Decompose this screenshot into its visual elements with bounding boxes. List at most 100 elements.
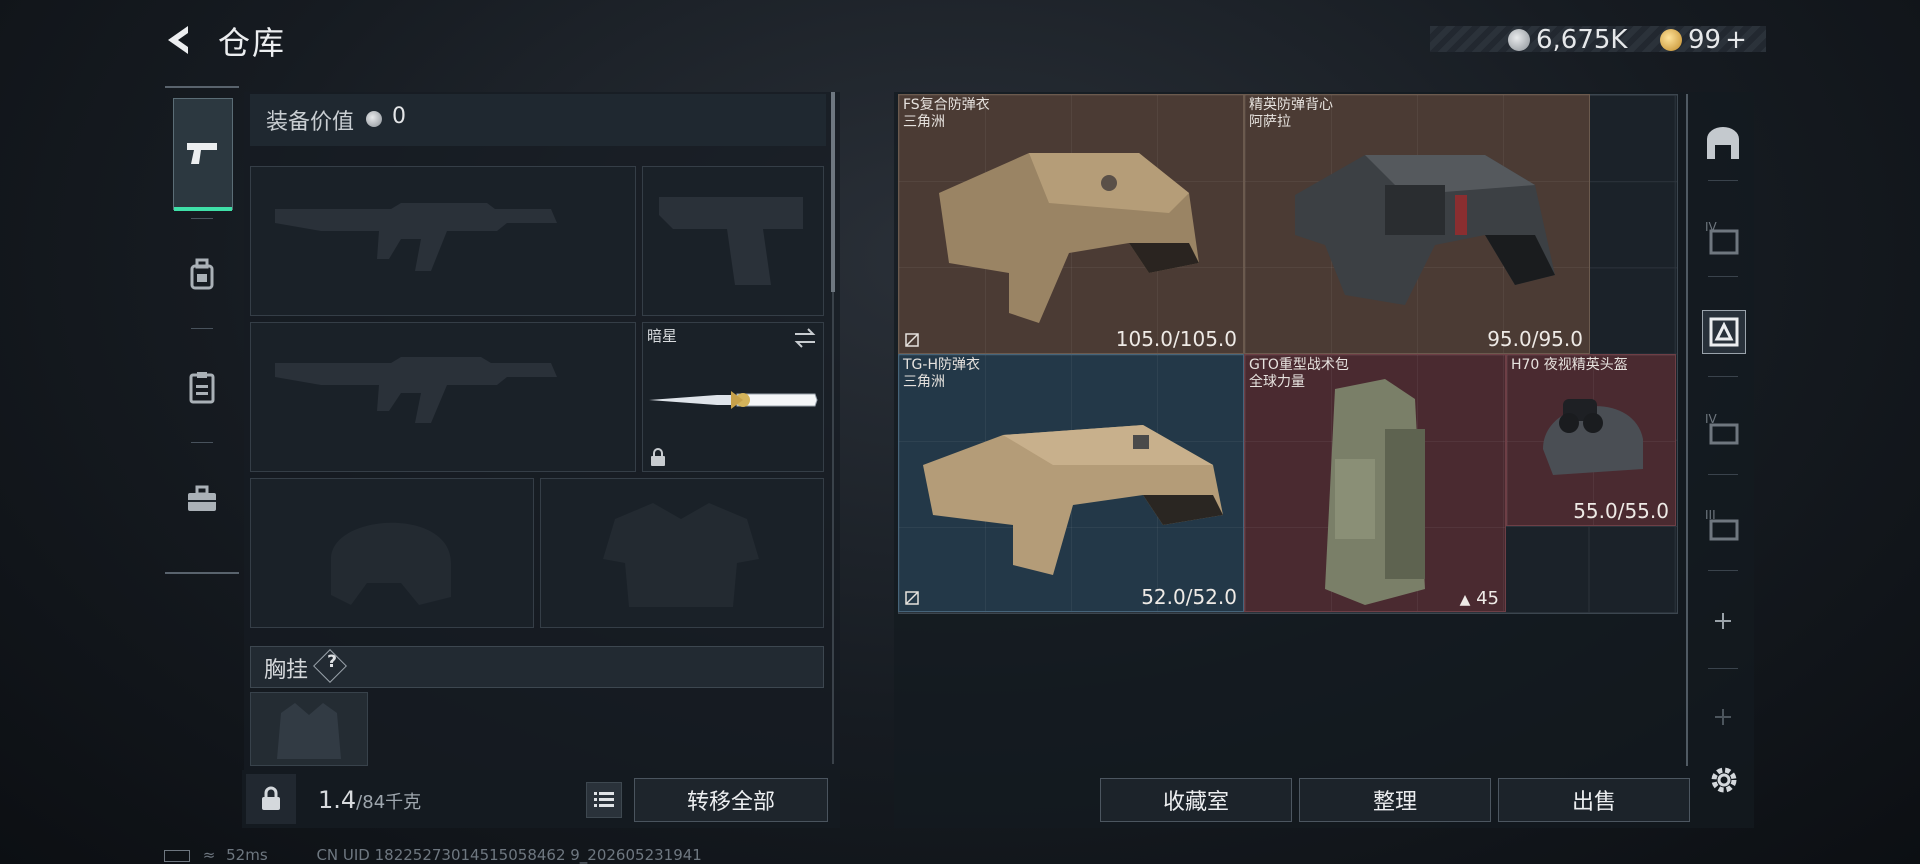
right-tab-container[interactable]: IV xyxy=(1702,216,1744,258)
tab-divider xyxy=(1708,474,1738,475)
briefcase-icon xyxy=(188,485,216,511)
gear-icon xyxy=(1711,767,1737,793)
item-name: TG-H防弹衣 三角洲 xyxy=(903,357,980,390)
right-tab-vault[interactable] xyxy=(1702,122,1744,164)
helmet-silhouette-icon xyxy=(331,522,451,605)
chest-rig-label: 胸挂 xyxy=(264,658,309,683)
vest-image-icon xyxy=(939,153,1199,323)
armor-silhouette-icon xyxy=(603,503,759,607)
right-tab-tier-iv[interactable]: IV xyxy=(1702,408,1744,450)
vest-image-icon xyxy=(1295,155,1555,305)
storage-item-tgh-armor[interactable]: TG-H防弹衣 三角洲 52.0/52.0 xyxy=(898,354,1244,612)
status-bar: ≈ 52ms CN UID 18225273014515058462 9_202… xyxy=(164,846,702,864)
gold-amount: 99 xyxy=(1688,24,1722,55)
primary-weapon-slot[interactable] xyxy=(250,166,636,316)
list-icon xyxy=(594,792,614,807)
back-arrow-icon xyxy=(168,26,188,54)
gold-coin-icon xyxy=(1660,28,1682,51)
right-tab-tier-iii[interactable]: III xyxy=(1702,504,1744,546)
right-tab-add-disabled xyxy=(1702,696,1744,738)
item-count: ▲ 45 xyxy=(1459,588,1499,609)
melee-name: 暗星 xyxy=(647,327,678,345)
plus-disabled-icon xyxy=(1715,709,1731,725)
currency-bar: 6,675K 99 + xyxy=(1430,24,1766,55)
padlock-icon xyxy=(262,786,280,810)
equipment-value: 0 xyxy=(392,104,406,129)
helmet-image-icon xyxy=(1543,399,1643,475)
chest-rig-slot[interactable] xyxy=(250,692,368,766)
tab-case[interactable] xyxy=(173,444,231,554)
tier-iv-icon: IV xyxy=(1705,412,1739,445)
item-name: H70 夜视精英头盔 xyxy=(1511,357,1628,373)
silver-coin-icon xyxy=(1508,28,1530,51)
ping: 52ms xyxy=(226,846,268,864)
storage-item-fs-armor[interactable]: FS复合防弹衣 三角洲 105.0/105.0 xyxy=(898,94,1244,354)
tier-iii-icon: III xyxy=(1705,508,1739,541)
page-title: 仓库 xyxy=(218,24,287,62)
gold-currency[interactable]: 99 + xyxy=(1660,24,1747,55)
collection-room-button[interactable]: 收藏室 xyxy=(1100,778,1292,822)
melee-slot[interactable]: 暗星 xyxy=(642,322,824,472)
storage-item-elite-vest[interactable]: 精英防弹背心 阿萨拉 95.0/95.0 xyxy=(1244,94,1590,354)
silver-amount: 6,675K xyxy=(1536,24,1628,55)
backpack-image-icon xyxy=(1325,379,1425,605)
knife-icon xyxy=(649,391,818,409)
right-tab-armor[interactable] xyxy=(1702,310,1746,354)
sidearm-slot[interactable] xyxy=(642,166,824,316)
item-durability: 95.0/95.0 xyxy=(1487,327,1583,351)
armor-filter-icon xyxy=(1709,317,1739,347)
item-durability: 105.0/105.0 xyxy=(1115,327,1237,351)
chest-rig-silhouette-icon xyxy=(277,703,341,759)
item-durability: 52.0/52.0 xyxy=(1141,585,1237,609)
tab-divider xyxy=(1708,376,1738,377)
secondary-weapon-slot[interactable] xyxy=(250,322,636,472)
rifle-silhouette-icon xyxy=(275,203,557,271)
right-tab-add[interactable] xyxy=(1702,600,1744,642)
pistol-silhouette-icon xyxy=(659,197,803,285)
transfer-all-button[interactable]: 转移全部 xyxy=(634,778,828,822)
storage-item-gto-backpack[interactable]: GTO重型战术包 全球力量 ▲ 45 xyxy=(1244,354,1506,612)
tab-divider xyxy=(1708,570,1738,571)
no-trade-icon xyxy=(905,591,919,605)
clipboard-icon xyxy=(189,372,215,404)
plus-icon xyxy=(1715,613,1731,629)
battery-icon xyxy=(164,849,190,862)
tab-weapons[interactable] xyxy=(173,98,233,211)
weight-value: 1.4/84千克 xyxy=(318,786,421,814)
tab-clipboard[interactable] xyxy=(173,332,231,442)
storage-scrollbar[interactable] xyxy=(1686,94,1688,766)
add-currency-icon[interactable]: + xyxy=(1725,25,1747,55)
backpack-icon xyxy=(190,258,214,290)
container-iv-icon: IV xyxy=(1705,220,1739,255)
helmet-slot[interactable] xyxy=(250,478,534,628)
tab-gear[interactable] xyxy=(173,220,231,330)
tab-divider xyxy=(191,328,213,329)
equipment-scrollbar-thumb[interactable] xyxy=(831,92,835,292)
pistol-icon xyxy=(187,143,217,164)
help-icon[interactable]: ? xyxy=(322,652,342,672)
weight-max: /84千克 xyxy=(356,792,422,813)
rifle-silhouette-icon xyxy=(275,357,557,423)
weight-current: 1.4 xyxy=(318,786,357,814)
equipment-value-label: 装备价值 xyxy=(266,110,355,135)
wifi-icon: ≈ xyxy=(202,846,216,864)
silver-coin-icon xyxy=(366,111,382,127)
tab-divider xyxy=(1708,668,1738,669)
item-durability: 55.0/55.0 xyxy=(1573,499,1669,523)
weight-icon: ▲ xyxy=(1459,592,1471,608)
lock-button[interactable] xyxy=(246,774,296,824)
tab-divider xyxy=(191,442,213,443)
armor-slot[interactable] xyxy=(540,478,824,628)
tab-divider xyxy=(191,218,213,219)
left-tab-column xyxy=(165,86,239,574)
sell-button[interactable]: 出售 xyxy=(1498,778,1690,822)
settings-button[interactable] xyxy=(1706,762,1742,798)
vest-image-icon xyxy=(923,425,1223,575)
no-trade-icon xyxy=(905,333,919,347)
silver-currency: 6,675K xyxy=(1508,24,1627,55)
storage-item-h70-helmet[interactable]: H70 夜视精英头盔 55.0/55.0 xyxy=(1506,354,1676,526)
back-button[interactable] xyxy=(160,20,200,60)
list-view-button[interactable] xyxy=(586,782,622,818)
organize-button[interactable]: 整理 xyxy=(1299,778,1491,822)
swap-icon[interactable] xyxy=(793,327,817,349)
